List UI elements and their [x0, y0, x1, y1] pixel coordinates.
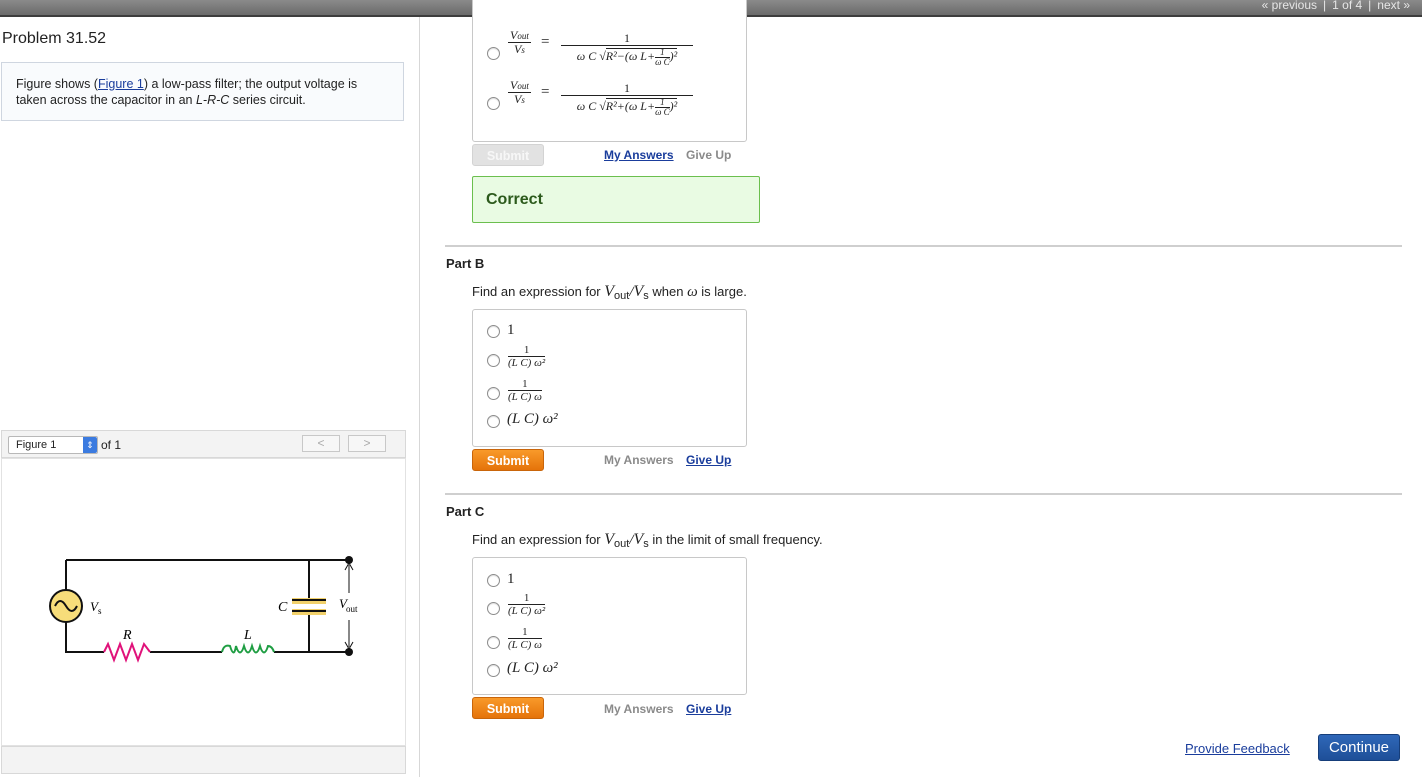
- part-b-option-1-text: 1: [507, 322, 515, 338]
- part-c-option-3-fraction: 1 (L C) ω: [508, 626, 542, 651]
- part-c-title: Part C: [446, 504, 485, 519]
- part-a-option-2-radio[interactable]: [487, 97, 500, 110]
- part-b-title: Part B: [446, 256, 485, 271]
- part-c-option-3-radio[interactable]: [487, 636, 500, 649]
- part-b-option-1-radio[interactable]: [487, 325, 500, 338]
- part-a-submit-button[interactable]: Submit: [472, 144, 544, 166]
- inductor-label: L: [243, 628, 252, 643]
- part-a-options: [472, 0, 747, 142]
- part-b-submit-button[interactable]: Submit: [472, 449, 544, 471]
- part-a-lhs-2: Vout Vs: [508, 78, 531, 106]
- part-b-option-4-radio[interactable]: [487, 415, 500, 428]
- continue-button[interactable]: Continue: [1318, 734, 1400, 761]
- part-b-option-2-fraction: 1 (L C) ω²: [508, 344, 546, 369]
- ac-source-icon: [49, 589, 83, 623]
- figure-footer: [1, 746, 406, 774]
- problem-navigation: « previous | 1 of 4 | next »: [1256, 0, 1416, 12]
- problem-description: Figure shows (Figure 1) a low-pass filte…: [1, 62, 404, 121]
- part-c-submit-button[interactable]: Submit: [472, 697, 544, 719]
- part-c-option-4-radio[interactable]: [487, 664, 500, 677]
- svg-text:s: s: [98, 606, 102, 616]
- provide-feedback-link[interactable]: Provide Feedback: [1185, 741, 1290, 756]
- part-b-option-3-fraction: 1 (L C) ω: [508, 378, 542, 403]
- updown-chevron-icon: ⇕: [83, 437, 97, 453]
- capacitor-label: C: [278, 600, 288, 615]
- previous-link[interactable]: « previous: [1256, 0, 1323, 12]
- svg-text:out: out: [346, 604, 358, 614]
- part-b-give-up-link[interactable]: Give Up: [686, 453, 731, 467]
- position-indicator: 1 of 4: [1332, 0, 1363, 12]
- part-c-question: Find an expression for Vout/Vs in the li…: [472, 531, 823, 550]
- part-c-option-4-text: (L C) ω²: [507, 660, 558, 676]
- page-title: Problem 31.52: [2, 30, 107, 47]
- part-b-option-3-radio[interactable]: [487, 387, 500, 400]
- figure-count: of 1: [101, 438, 122, 452]
- part-a-option-1-expression: 1 ω C √R²−(ω L+ 1 ω C)²: [561, 32, 693, 67]
- resistor-label: R: [122, 628, 132, 643]
- resistor-icon: [103, 641, 151, 663]
- part-c-divider: [445, 493, 1402, 495]
- figure-select[interactable]: Figure 1 ⇕: [8, 436, 98, 454]
- part-a-lhs-1: Vout Vs: [508, 28, 531, 56]
- next-link[interactable]: next »: [1371, 0, 1416, 12]
- part-a-give-up-link: Give Up: [686, 148, 732, 162]
- part-a-my-answers-link[interactable]: My Answers: [604, 148, 674, 162]
- part-a-option-2-expression: 1 ω C √R²+(ω L+ 1 ω C)²: [561, 82, 693, 117]
- part-a-correct-banner: Correct: [472, 176, 760, 223]
- inductor-icon: [221, 642, 275, 654]
- part-c-my-answers-link: My Answers: [604, 702, 674, 716]
- figure-area: V s R L C V out: [1, 458, 406, 746]
- part-a-option-1-radio[interactable]: [487, 47, 500, 60]
- part-b-my-answers-link: My Answers: [604, 453, 674, 467]
- part-c-option-2-radio[interactable]: [487, 602, 500, 615]
- part-b-question: Find an expression for Vout/Vs when ω is…: [472, 283, 747, 302]
- figure-next-button[interactable]: >: [348, 435, 386, 452]
- part-c-option-2-fraction: 1 (L C) ω²: [508, 592, 546, 617]
- figure-prev-button[interactable]: <: [302, 435, 340, 452]
- part-b-option-4-text: (L C) ω²: [507, 411, 558, 427]
- part-b-option-2-radio[interactable]: [487, 354, 500, 367]
- capacitor-icon: [292, 598, 326, 615]
- circuit-diagram: V s R L C V out: [49, 556, 358, 663]
- figure-link[interactable]: Figure 1: [98, 77, 144, 91]
- part-c-give-up-link[interactable]: Give Up: [686, 702, 731, 716]
- part-b-divider: [445, 245, 1402, 247]
- part-c-option-1-text: 1: [507, 571, 515, 587]
- part-c-option-1-radio[interactable]: [487, 574, 500, 587]
